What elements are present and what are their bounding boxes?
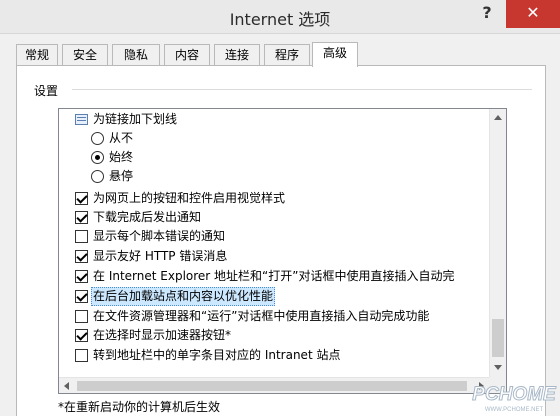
underline-settings-icon bbox=[75, 114, 88, 125]
checkbox-friendly-http[interactable] bbox=[75, 250, 88, 263]
list-item-label: 显示每个脚本错误的通知 bbox=[93, 229, 226, 243]
tab-content[interactable]: 内容 bbox=[164, 44, 210, 66]
checkbox-script-errors[interactable] bbox=[75, 230, 88, 243]
vertical-scrollbar[interactable] bbox=[489, 109, 506, 377]
checkbox-visual-styles[interactable] bbox=[75, 192, 88, 205]
list-item-label: 悬停 bbox=[109, 169, 134, 183]
list-item-label: 在选择时显示加速器按钮* bbox=[93, 328, 232, 342]
settings-section-label: 设置 bbox=[34, 84, 59, 98]
list-item-label: 转到地址栏中的单字条目对应的 Intranet 站点 bbox=[93, 348, 341, 362]
checkbox-inline-autocomplete-ie[interactable] bbox=[75, 270, 88, 283]
list-item-label: 为链接加下划线 bbox=[93, 112, 178, 126]
scrollbar-corner bbox=[489, 377, 506, 393]
radio-always[interactable] bbox=[91, 151, 104, 164]
scroll-up-arrow-icon[interactable] bbox=[494, 115, 502, 120]
settings-list-viewport: 为链接加下划线 从不 始终 悬停 为网页上的按钮和控件启用视觉样式 下载完成后发… bbox=[59, 109, 489, 377]
checkbox-intranet-site[interactable] bbox=[75, 349, 88, 362]
checkbox-inline-autocomplete-explorer[interactable] bbox=[75, 310, 88, 323]
vertical-scroll-thumb[interactable] bbox=[492, 319, 504, 357]
checkbox-background-load[interactable] bbox=[75, 290, 88, 303]
tab-advanced[interactable]: 高级 bbox=[312, 42, 358, 67]
tab-programs[interactable]: 程序 bbox=[264, 44, 310, 66]
scroll-left-arrow-icon[interactable] bbox=[64, 382, 69, 390]
horizontal-scrollbar[interactable] bbox=[59, 377, 489, 393]
list-item-label: 为网页上的按钮和控件启用视觉样式 bbox=[93, 191, 286, 205]
close-button[interactable]: ✕ bbox=[506, 0, 560, 28]
help-button[interactable]: ? bbox=[470, 0, 504, 28]
list-item-label: 从不 bbox=[109, 131, 134, 145]
checkbox-accelerator-button[interactable] bbox=[75, 329, 88, 342]
scroll-right-arrow-icon[interactable] bbox=[479, 382, 484, 390]
list-item-label: 显示友好 HTTP 错误消息 bbox=[93, 249, 228, 263]
list-item-label: 在后台加载站点和内容以优化性能 bbox=[91, 287, 276, 306]
list-item-label: 始终 bbox=[109, 150, 134, 164]
list-item-label: 在 Internet Explorer 地址栏和“打开”对话框中使用直接插入自动… bbox=[93, 269, 455, 283]
tab-security[interactable]: 安全 bbox=[62, 44, 108, 66]
radio-never[interactable] bbox=[91, 132, 104, 145]
section-divider bbox=[72, 89, 532, 90]
settings-list[interactable]: 为链接加下划线 从不 始终 悬停 为网页上的按钮和控件启用视觉样式 下载完成后发… bbox=[58, 108, 507, 394]
checkbox-download-notify[interactable] bbox=[75, 211, 88, 224]
list-item-label: 下载完成后发出通知 bbox=[93, 210, 202, 224]
horizontal-scroll-thumb[interactable] bbox=[77, 381, 467, 391]
restart-footnote: *在重新启动你的计算机后生效 bbox=[58, 400, 221, 414]
tab-general[interactable]: 常规 bbox=[16, 44, 58, 66]
list-item-label: 在文件资源管理器和“运行”对话框中使用直接插入自动完成功能 bbox=[93, 309, 430, 323]
title-bar: Internet 选项 ? ✕ bbox=[0, 0, 560, 34]
tab-privacy[interactable]: 隐私 bbox=[112, 44, 160, 66]
tab-connections[interactable]: 连接 bbox=[214, 44, 260, 66]
scroll-down-arrow-icon[interactable] bbox=[494, 365, 502, 370]
radio-hover[interactable] bbox=[91, 170, 104, 183]
